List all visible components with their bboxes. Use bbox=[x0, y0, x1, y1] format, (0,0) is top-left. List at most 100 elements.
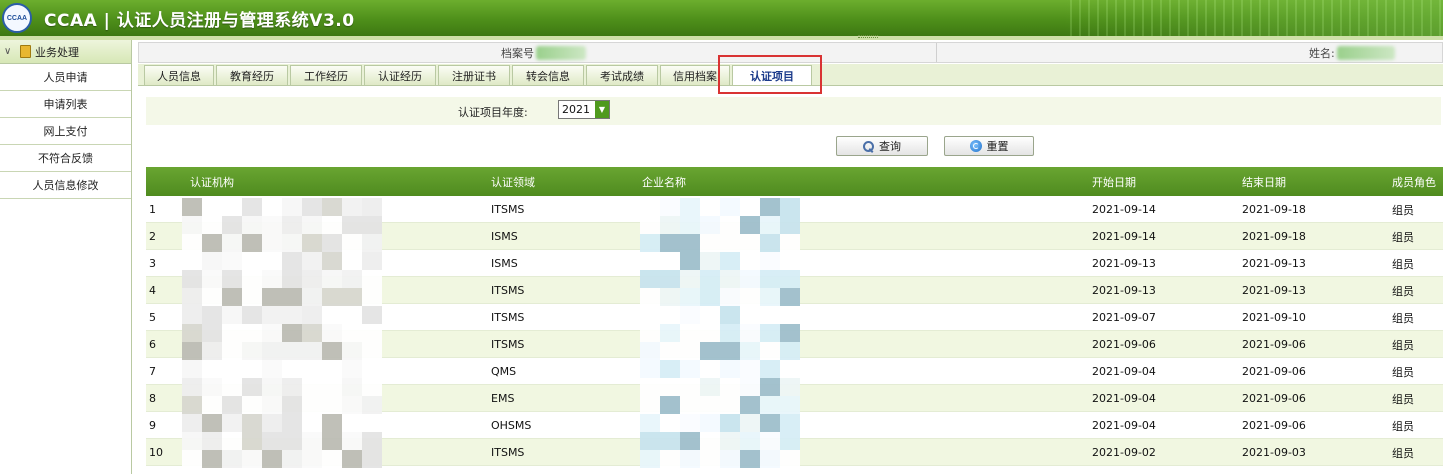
table-header: 认证机构 认证领域 企业名称 开始日期 结束日期 成员角色 bbox=[146, 167, 1443, 196]
mosaic-block bbox=[720, 414, 740, 432]
col-header-end-date[interactable]: 结束日期 bbox=[1242, 167, 1286, 196]
sidebar-section-header[interactable]: ∨ 业务处理 bbox=[0, 40, 131, 64]
mosaic-block bbox=[302, 306, 322, 324]
mosaic-block bbox=[302, 252, 322, 270]
col-header-role[interactable]: 成员角色 bbox=[1392, 167, 1436, 196]
dropdown-arrow-icon[interactable]: ▼ bbox=[595, 101, 609, 118]
mosaic-block bbox=[202, 360, 222, 378]
mosaic-block bbox=[302, 378, 322, 396]
mosaic-block bbox=[202, 234, 222, 252]
cell-field: ITSMS bbox=[491, 311, 525, 324]
mosaic-block bbox=[640, 414, 660, 432]
sidebar-item-online-payment[interactable]: 网上支付 bbox=[0, 118, 131, 145]
mosaic-block bbox=[760, 342, 780, 360]
mosaic-block bbox=[222, 414, 242, 432]
mosaic-block bbox=[282, 360, 302, 378]
mosaic-block bbox=[700, 216, 720, 234]
mosaic-block bbox=[182, 288, 202, 306]
mosaic-block bbox=[262, 360, 282, 378]
col-header-start-date[interactable]: 开始日期 bbox=[1092, 167, 1136, 196]
mosaic-block bbox=[262, 414, 282, 432]
mosaic-block bbox=[342, 252, 362, 270]
col-header-org[interactable]: 认证机构 bbox=[190, 167, 234, 196]
mosaic-block bbox=[660, 378, 680, 396]
mosaic-block bbox=[680, 378, 700, 396]
mosaic-block bbox=[222, 432, 242, 450]
tab-education[interactable]: 教育经历 bbox=[216, 65, 288, 85]
mosaic-block bbox=[242, 234, 262, 252]
mosaic-block bbox=[362, 324, 382, 342]
mosaic-block bbox=[660, 450, 680, 468]
mosaic-block bbox=[700, 342, 720, 360]
cell-field: ISMS bbox=[491, 230, 518, 243]
tab-certification-experience[interactable]: 认证经历 bbox=[364, 65, 436, 85]
reset-icon bbox=[969, 140, 982, 152]
col-header-field[interactable]: 认证领域 bbox=[491, 167, 535, 196]
cell-end-date: 2021-09-06 bbox=[1242, 365, 1306, 378]
mosaic-block bbox=[202, 306, 222, 324]
cell-row-number: 3 bbox=[149, 257, 156, 270]
mosaic-block bbox=[760, 234, 780, 252]
cell-start-date: 2021-09-04 bbox=[1092, 392, 1156, 405]
tab-registration-certificate[interactable]: 注册证书 bbox=[438, 65, 510, 85]
mosaic-block bbox=[700, 396, 720, 414]
cell-field: EMS bbox=[491, 392, 515, 405]
mosaic-block bbox=[202, 216, 222, 234]
cell-field: ITSMS bbox=[491, 203, 525, 216]
chevron-down-icon[interactable]: ∨ bbox=[4, 46, 16, 57]
splitter-handle[interactable] bbox=[858, 35, 878, 38]
mosaic-block bbox=[182, 360, 202, 378]
mosaic-block bbox=[660, 288, 680, 306]
mosaic-block bbox=[720, 360, 740, 378]
mosaic-block bbox=[202, 378, 222, 396]
mosaic-block bbox=[680, 234, 700, 252]
mosaic-block bbox=[202, 396, 222, 414]
mosaic-block bbox=[202, 450, 222, 468]
sidebar-item-personnel-application[interactable]: 人员申请 bbox=[0, 64, 131, 91]
mosaic-block bbox=[182, 306, 202, 324]
mosaic-block bbox=[342, 216, 362, 234]
cell-field: ISMS bbox=[491, 257, 518, 270]
sidebar-item-application-list[interactable]: 申请列表 bbox=[0, 91, 131, 118]
mosaic-block bbox=[362, 450, 382, 468]
sidebar-item-nonconformity-feedback[interactable]: 不符合反馈 bbox=[0, 145, 131, 172]
reset-button[interactable]: 重置 bbox=[944, 136, 1034, 156]
sidebar-item-edit-personal-info[interactable]: 人员信息修改 bbox=[0, 172, 131, 199]
mosaic-block bbox=[242, 288, 262, 306]
mosaic-block bbox=[660, 324, 680, 342]
mosaic-block bbox=[700, 252, 720, 270]
mosaic-block bbox=[282, 198, 302, 216]
tab-transfer-info[interactable]: 转会信息 bbox=[512, 65, 584, 85]
mosaic-block bbox=[780, 378, 800, 396]
tab-exam-results[interactable]: 考试成绩 bbox=[586, 65, 658, 85]
mosaic-block bbox=[282, 342, 302, 360]
mosaic-block bbox=[680, 432, 700, 450]
mosaic-block bbox=[302, 270, 322, 288]
mosaic-block bbox=[282, 396, 302, 414]
mosaic-block bbox=[680, 270, 700, 288]
tab-work-experience[interactable]: 工作经历 bbox=[290, 65, 362, 85]
year-select[interactable]: 2021 ▼ bbox=[558, 100, 610, 119]
mosaic-block bbox=[282, 252, 302, 270]
mosaic-block bbox=[640, 450, 660, 468]
mosaic-block bbox=[740, 234, 760, 252]
cell-end-date: 2021-09-10 bbox=[1242, 311, 1306, 324]
query-button[interactable]: 查询 bbox=[836, 136, 928, 156]
cell-start-date: 2021-09-04 bbox=[1092, 365, 1156, 378]
mosaic-block bbox=[222, 324, 242, 342]
mosaic-block bbox=[322, 198, 342, 216]
mosaic-block bbox=[700, 432, 720, 450]
cell-end-date: 2021-09-06 bbox=[1242, 338, 1306, 351]
cell-row-number: 6 bbox=[149, 338, 156, 351]
mosaic-block bbox=[780, 324, 800, 342]
mosaic-block bbox=[262, 198, 282, 216]
mosaic-block bbox=[302, 450, 322, 468]
mosaic-block bbox=[640, 360, 660, 378]
col-header-company[interactable]: 企业名称 bbox=[642, 167, 686, 196]
tab-personnel-info[interactable]: 人员信息 bbox=[144, 65, 214, 85]
mosaic-block bbox=[302, 414, 322, 432]
mosaic-block bbox=[302, 216, 322, 234]
cell-start-date: 2021-09-13 bbox=[1092, 257, 1156, 270]
mosaic-block bbox=[680, 342, 700, 360]
mosaic-block bbox=[700, 288, 720, 306]
